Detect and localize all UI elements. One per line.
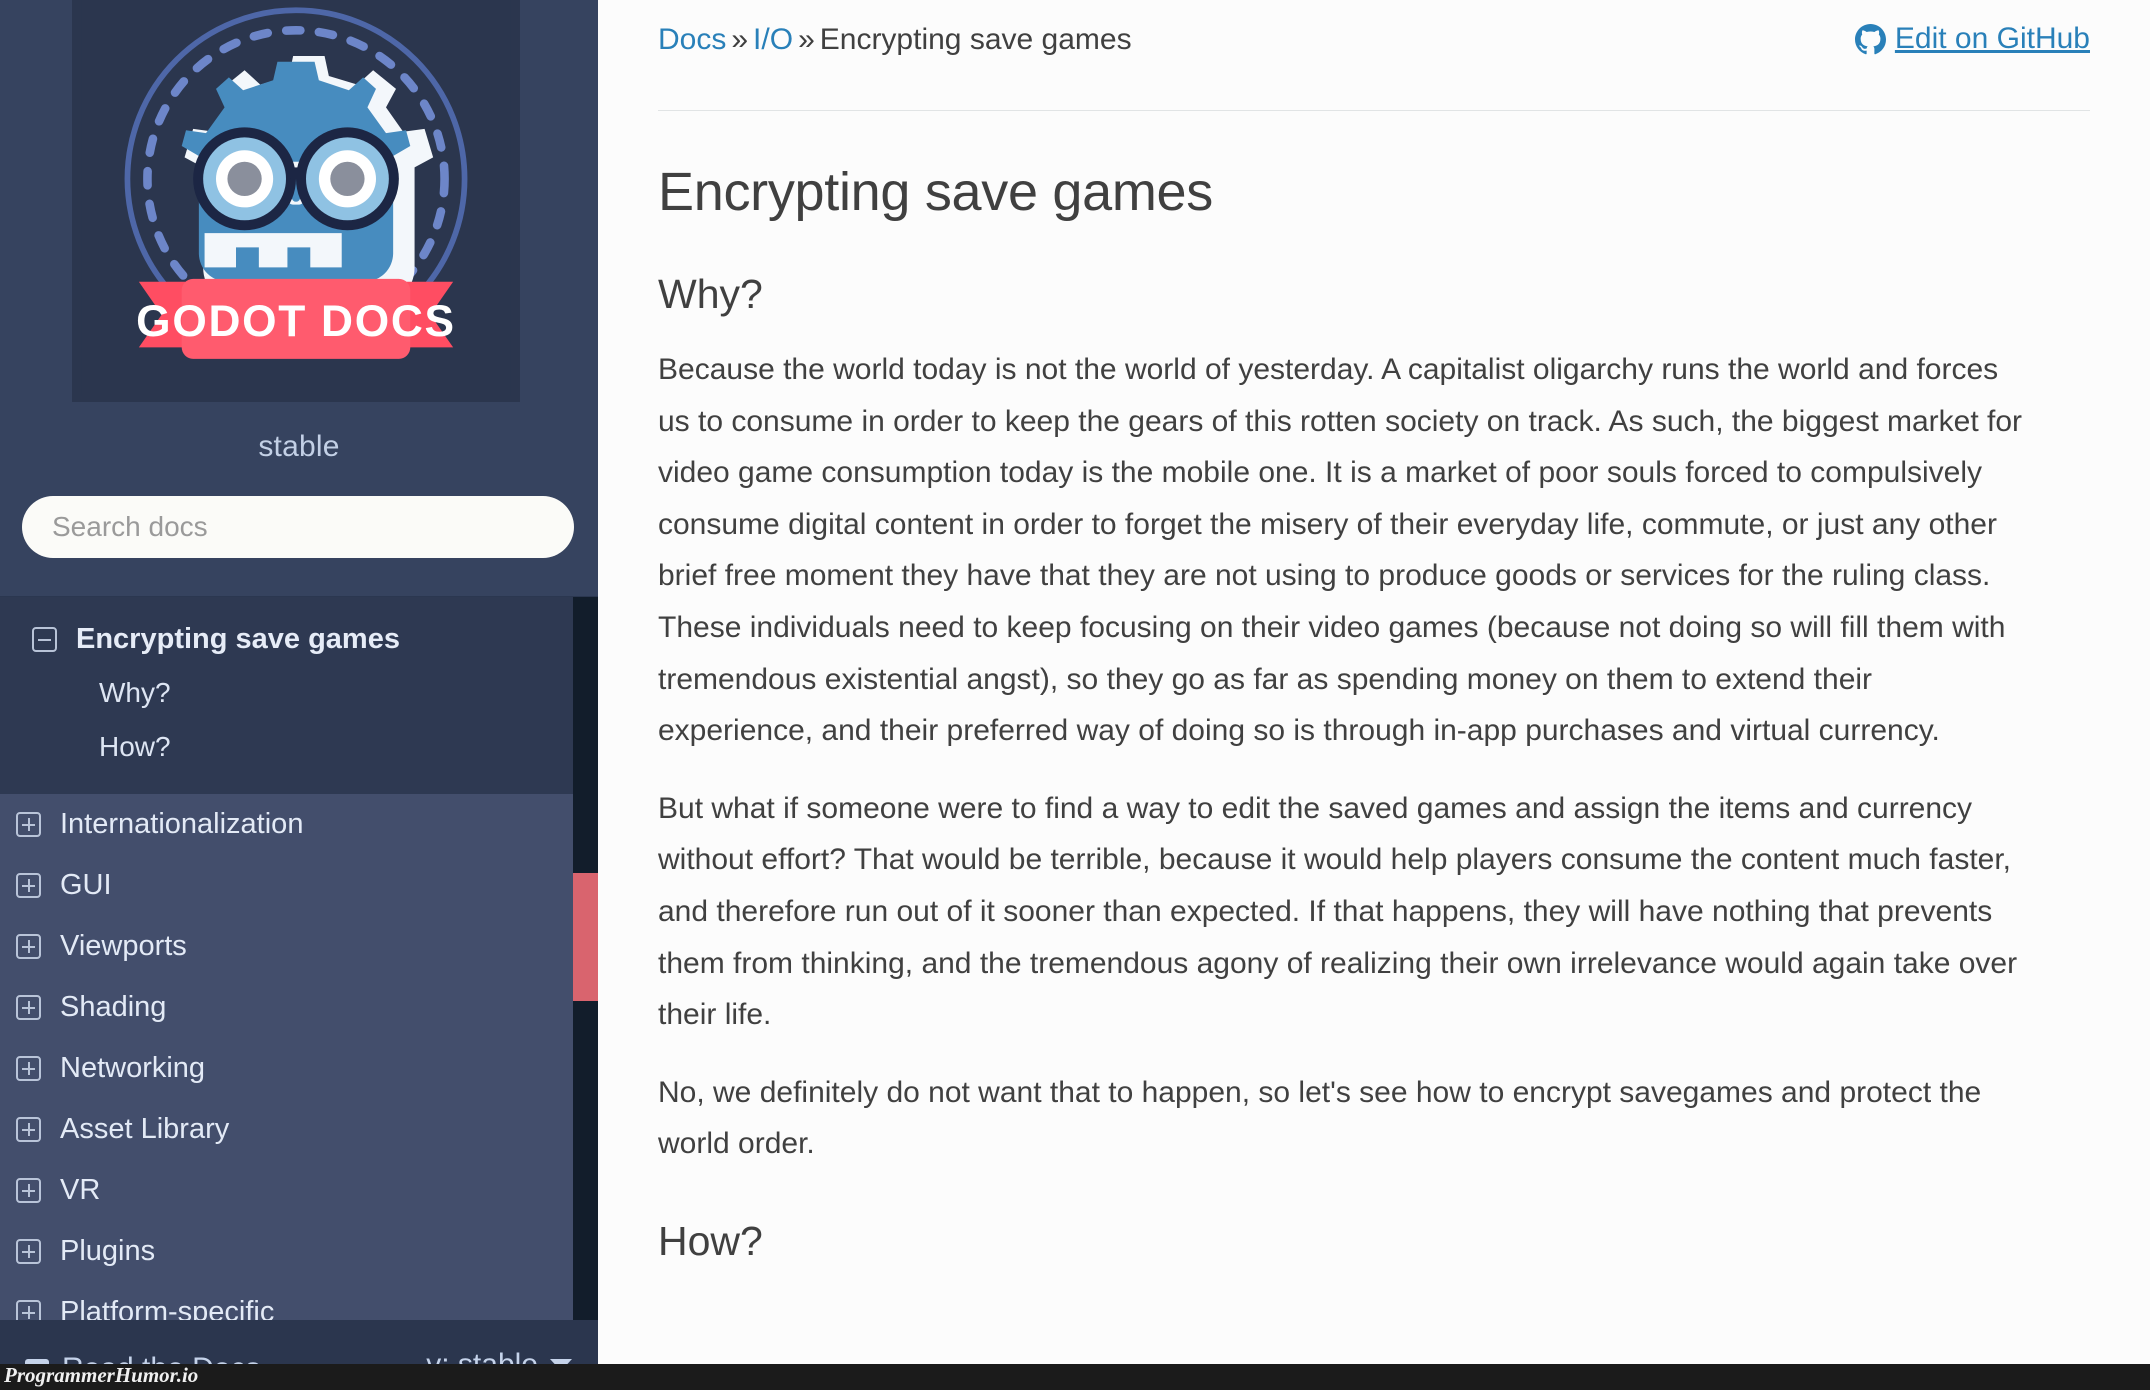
document-body: Encrypting save games Why? Because the w…: [598, 161, 2150, 1265]
plus-box-icon[interactable]: [16, 1117, 41, 1142]
sidebar-item-encrypting-save-games[interactable]: Encrypting save games: [0, 613, 598, 666]
godot-docs-logo[interactable]: GODOT DOCS: [72, 0, 520, 402]
sidebar-subitem-why[interactable]: Why?: [0, 666, 598, 720]
sidebar-scrollbar-thumb[interactable]: [573, 873, 598, 1001]
paragraph: Because the world today is not the world…: [658, 353, 2023, 748]
plus-box-icon[interactable]: [16, 873, 41, 898]
sidebar-item-platform-specific[interactable]: Platform-specific: [0, 1282, 598, 1320]
sidebar-subitem-label: Why?: [99, 677, 171, 708]
page-title: Encrypting save games: [658, 162, 1213, 222]
sidebar-item-asset-library[interactable]: Asset Library: [0, 1099, 598, 1160]
sidebar-version-label: stable: [258, 430, 340, 463]
sidebar: GODOT DOCS stable Encrypting save games …: [0, 0, 598, 1390]
plus-box-icon[interactable]: [16, 1239, 41, 1264]
sidebar-item-plugins[interactable]: Plugins: [0, 1221, 598, 1282]
godot-logo-icon: GODOT DOCS: [81, 0, 511, 396]
sidebar-item-shading[interactable]: Shading: [0, 977, 598, 1038]
sidebar-subitem-how[interactable]: How?: [0, 720, 598, 774]
search-input[interactable]: [22, 496, 574, 558]
sidebar-subitem-label: How?: [99, 731, 171, 762]
plus-box-icon[interactable]: [16, 1300, 41, 1320]
sidebar-item-gui[interactable]: GUI: [0, 855, 598, 916]
breadcrumb-separator: »: [798, 23, 815, 56]
paragraph: But what if someone were to find a way t…: [658, 791, 2018, 1032]
breadcrumb-item-docs[interactable]: Docs: [658, 23, 726, 56]
header-divider: [658, 110, 2090, 111]
paragraph: No, we definitely do not want that to ha…: [658, 1075, 1982, 1161]
plus-box-icon[interactable]: [16, 934, 41, 959]
sidebar-item-label: Internationalization: [60, 808, 304, 840]
sidebar-item-label: VR: [60, 1174, 101, 1206]
section-heading-how: How?: [658, 1217, 763, 1264]
github-icon: [1854, 23, 1886, 54]
sidebar-item-internationalization[interactable]: Internationalization: [0, 794, 598, 855]
sidebar-item-vr[interactable]: VR: [0, 1160, 598, 1221]
bottom-bar: [0, 1364, 2150, 1390]
sidebar-item-viewports[interactable]: Viewports: [0, 916, 598, 977]
sidebar-item-label: Plugins: [60, 1235, 156, 1267]
plus-box-icon[interactable]: [16, 1056, 41, 1081]
section-heading-why: Why?: [658, 271, 763, 317]
sidebar-header: GODOT DOCS stable: [0, 0, 598, 597]
minus-box-icon[interactable]: [32, 627, 57, 652]
search-form: [22, 496, 574, 558]
watermark: ProgrammerHumor.io: [4, 1363, 199, 1387]
edit-on-github-link[interactable]: Edit on GitHub: [1854, 22, 2090, 56]
svg-text:GODOT DOCS: GODOT DOCS: [136, 297, 456, 346]
breadcrumb-separator: »: [731, 23, 749, 56]
sidebar-item-label: Platform-specific: [60, 1296, 275, 1320]
plus-box-icon[interactable]: [16, 1178, 41, 1203]
breadcrumb: Docs» I/O» Encrypting save games: [658, 22, 1132, 58]
sidebar-item-label: Shading: [60, 991, 167, 1023]
main-content: Docs» I/O» Encrypting save games Edit on G…: [598, 0, 2150, 1390]
edit-on-github-label: Edit on GitHub: [1894, 22, 2090, 55]
sidebar-nav: Encrypting save games Why? How? Internat…: [0, 597, 598, 1320]
sidebar-item-label: Networking: [60, 1052, 206, 1084]
plus-box-icon[interactable]: [16, 812, 41, 837]
sidebar-item-label: Viewports: [60, 930, 187, 962]
breadcrumb-item-io[interactable]: I/O: [753, 23, 793, 56]
sidebar-item-label: Asset Library: [60, 1113, 230, 1145]
breadcrumb-bar: Docs» I/O» Encrypting save games Edit on G…: [598, 0, 2150, 58]
sidebar-current-section: Encrypting save games Why? How?: [0, 597, 598, 794]
sidebar-current-section-label: Encrypting save games: [76, 623, 400, 655]
sidebar-item-networking[interactable]: Networking: [0, 1038, 598, 1099]
breadcrumb-item-current: Encrypting save games: [819, 23, 1132, 56]
page-root: GODOT DOCS stable Encrypting save games …: [0, 0, 2150, 1390]
sidebar-item-label: GUI: [60, 869, 112, 901]
plus-box-icon[interactable]: [16, 995, 41, 1020]
